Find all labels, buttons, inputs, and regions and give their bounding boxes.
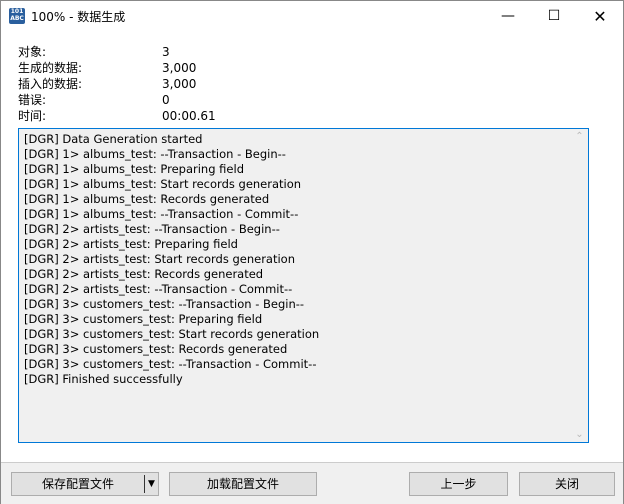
maximize-button[interactable]: ☐ bbox=[531, 1, 577, 32]
log-line: [DGR] 1> albums_test: --Transaction - Be… bbox=[24, 147, 286, 161]
log-line: [DGR] 3> customers_test: Records generat… bbox=[24, 342, 288, 356]
stat-label: 生成的数据: bbox=[18, 61, 83, 75]
log-line: [DGR] 1> albums_test: Preparing field bbox=[24, 162, 244, 176]
stat-value: 3,000 bbox=[162, 61, 197, 75]
stat-generated: 生成的数据: 3,000 bbox=[18, 60, 318, 76]
save-profile-button[interactable]: 保存配置文件 ▼ bbox=[11, 472, 159, 496]
log-line: [DGR] Finished successfully bbox=[24, 372, 183, 386]
log-line: [DGR] Data Generation started bbox=[24, 132, 203, 146]
stat-value: 00:00.61 bbox=[162, 109, 216, 123]
log-line: [DGR] 1> albums_test: Records generated bbox=[24, 192, 270, 206]
log-line: [DGR] 3> customers_test: Preparing field bbox=[24, 312, 263, 326]
log-textarea[interactable]: [DGR] Data Generation started [DGR] 1> al… bbox=[18, 128, 589, 443]
close-window-button[interactable]: ✕ bbox=[577, 1, 623, 32]
stats-panel: 对象: 3 生成的数据: 3,000 插入的数据: 3,000 错误: 0 时间: 00:… bbox=[18, 44, 318, 124]
button-bar: 保存配置文件 ▼ 加载配置文件 上一步 关闭 bbox=[1, 462, 623, 504]
stat-value: 3 bbox=[162, 45, 170, 59]
minimize-button[interactable]: — bbox=[485, 1, 531, 32]
stat-time: 时间: 00:00.61 bbox=[18, 108, 318, 124]
stat-label: 对象: bbox=[18, 45, 47, 59]
database-icon: 101 ABC bbox=[9, 8, 25, 24]
log-scrollbar[interactable]: ⌃ ⌄ bbox=[571, 129, 588, 442]
back-button[interactable]: 上一步 bbox=[409, 472, 508, 496]
log-line: [DGR] 2> artists_test: --Transaction - B… bbox=[24, 222, 280, 236]
stat-label: 插入的数据: bbox=[18, 77, 83, 91]
close-button[interactable]: 关闭 bbox=[519, 472, 615, 496]
stat-label: 时间: bbox=[18, 109, 47, 123]
log-line: [DGR] 2> artists_test: Preparing field bbox=[24, 237, 238, 251]
log-line: [DGR] 3> customers_test: Start records g… bbox=[24, 327, 320, 341]
stat-inserted: 插入的数据: 3,000 bbox=[18, 76, 318, 92]
log-line: [DGR] 1> albums_test: --Transaction - Co… bbox=[24, 207, 299, 221]
save-profile-label: 保存配置文件 bbox=[41, 477, 114, 491]
scroll-down-icon[interactable]: ⌄ bbox=[571, 429, 588, 440]
stat-errors: 错误: 0 bbox=[18, 92, 318, 108]
stat-value: 3,000 bbox=[162, 77, 197, 91]
log-line: [DGR] 2> artists_test: Records generated bbox=[24, 267, 264, 281]
stat-value: 0 bbox=[162, 93, 170, 107]
dialog-window: 101 ABC 100% - 数据生成 — ☐ ✕ 对象: 3 生成的数据: 3,00… bbox=[0, 0, 624, 504]
log-line: [DGR] 3> customers_test: --Transaction -… bbox=[24, 357, 317, 371]
scroll-up-icon[interactable]: ⌃ bbox=[571, 131, 588, 142]
stat-objects: 对象: 3 bbox=[18, 44, 318, 60]
window-title: 100% - 数据生成 bbox=[31, 10, 126, 24]
log-line: [DGR] 3> customers_test: --Transaction -… bbox=[24, 297, 305, 311]
title-bar: 101 ABC 100% - 数据生成 — ☐ ✕ bbox=[1, 1, 623, 32]
log-lines: [DGR] Data Generation started [DGR] 1> al… bbox=[24, 132, 319, 387]
log-line: [DGR] 2> artists_test: --Transaction - C… bbox=[24, 282, 293, 296]
stat-label: 错误: bbox=[18, 93, 47, 107]
load-profile-button[interactable]: 加载配置文件 bbox=[169, 472, 317, 496]
log-line: [DGR] 1> albums_test: Start records gene… bbox=[24, 177, 302, 191]
dropdown-arrow-icon[interactable]: ▼ bbox=[144, 475, 158, 493]
log-line: [DGR] 2> artists_test: Start records gen… bbox=[24, 252, 296, 266]
